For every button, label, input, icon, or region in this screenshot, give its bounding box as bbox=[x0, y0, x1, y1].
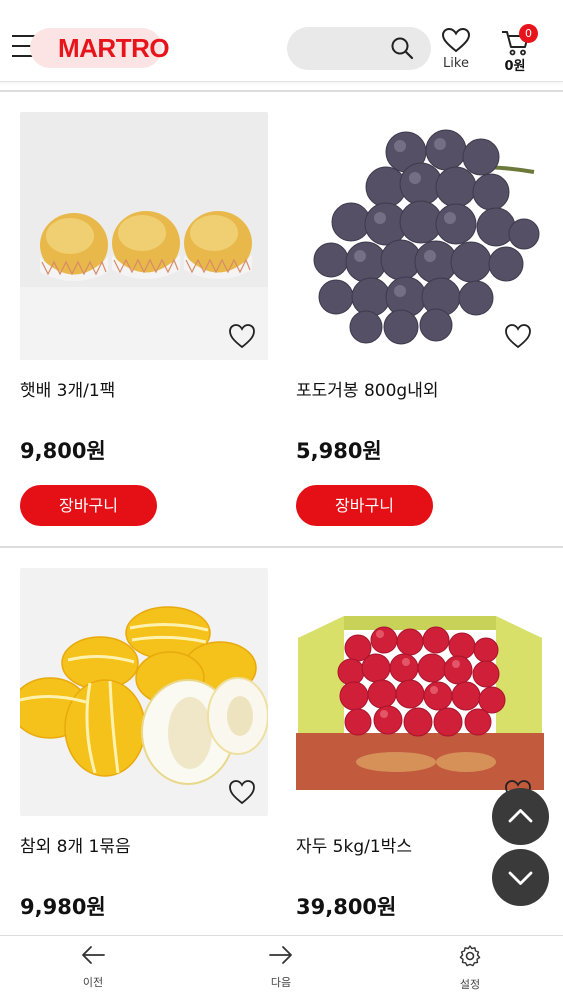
search-icon[interactable] bbox=[390, 36, 414, 60]
add-to-cart-button[interactable]: 장바구니 bbox=[296, 485, 433, 526]
cart-count-badge: 0 bbox=[519, 24, 538, 43]
gear-icon bbox=[459, 945, 481, 967]
product-name[interactable]: 햇배 3개/1팩 bbox=[20, 376, 115, 401]
product-card[interactable]: 포도거봉 800g내외 5,980원 장바구니 bbox=[296, 112, 544, 532]
product-card[interactable]: 참외 8개 1묶음 9,980원 bbox=[20, 568, 268, 928]
top-header: MARTRO Like 0 0원 bbox=[0, 0, 563, 82]
like-label[interactable]: Like bbox=[440, 56, 472, 71]
chevron-down-icon bbox=[508, 871, 533, 885]
product-price: 9,980원 bbox=[20, 895, 106, 919]
cart-total: 0원 bbox=[504, 59, 526, 74]
nav-prev[interactable]: 이전 bbox=[53, 944, 133, 990]
product-card[interactable]: 햇배 3개/1팩 9,800원 장바구니 bbox=[20, 112, 268, 532]
heart-icon[interactable] bbox=[227, 778, 257, 806]
heart-icon[interactable] bbox=[440, 27, 472, 53]
heart-icon[interactable] bbox=[503, 322, 533, 350]
scroll-top-button[interactable] bbox=[492, 788, 549, 845]
divider bbox=[0, 546, 563, 548]
bottom-nav: 이전 다음 설정 bbox=[0, 935, 563, 1000]
add-to-cart-button[interactable]: 장바구니 bbox=[20, 485, 157, 526]
nav-next-label: 다음 bbox=[270, 976, 292, 989]
product-price: 5,980원 bbox=[296, 439, 382, 463]
nav-settings-label: 설정 bbox=[459, 978, 481, 991]
nav-prev-label: 이전 bbox=[82, 976, 104, 989]
divider bbox=[0, 90, 563, 92]
nav-settings[interactable]: 설정 bbox=[430, 944, 510, 992]
product-price: 9,800원 bbox=[20, 439, 106, 463]
arrow-left-icon bbox=[82, 946, 105, 964]
product-name[interactable]: 포도거봉 800g내외 bbox=[296, 376, 438, 401]
scroll-bottom-button[interactable] bbox=[492, 849, 549, 906]
heart-icon[interactable] bbox=[227, 322, 257, 350]
arrow-right-icon bbox=[269, 946, 292, 964]
product-name[interactable]: 참외 8개 1묶음 bbox=[20, 832, 131, 857]
product-price: 39,800원 bbox=[296, 895, 397, 919]
product-name[interactable]: 자두 5kg/1박스 bbox=[296, 832, 412, 857]
nav-next[interactable]: 다음 bbox=[241, 944, 321, 990]
logo[interactable]: MARTRO bbox=[58, 33, 170, 64]
chevron-up-icon bbox=[508, 809, 533, 823]
